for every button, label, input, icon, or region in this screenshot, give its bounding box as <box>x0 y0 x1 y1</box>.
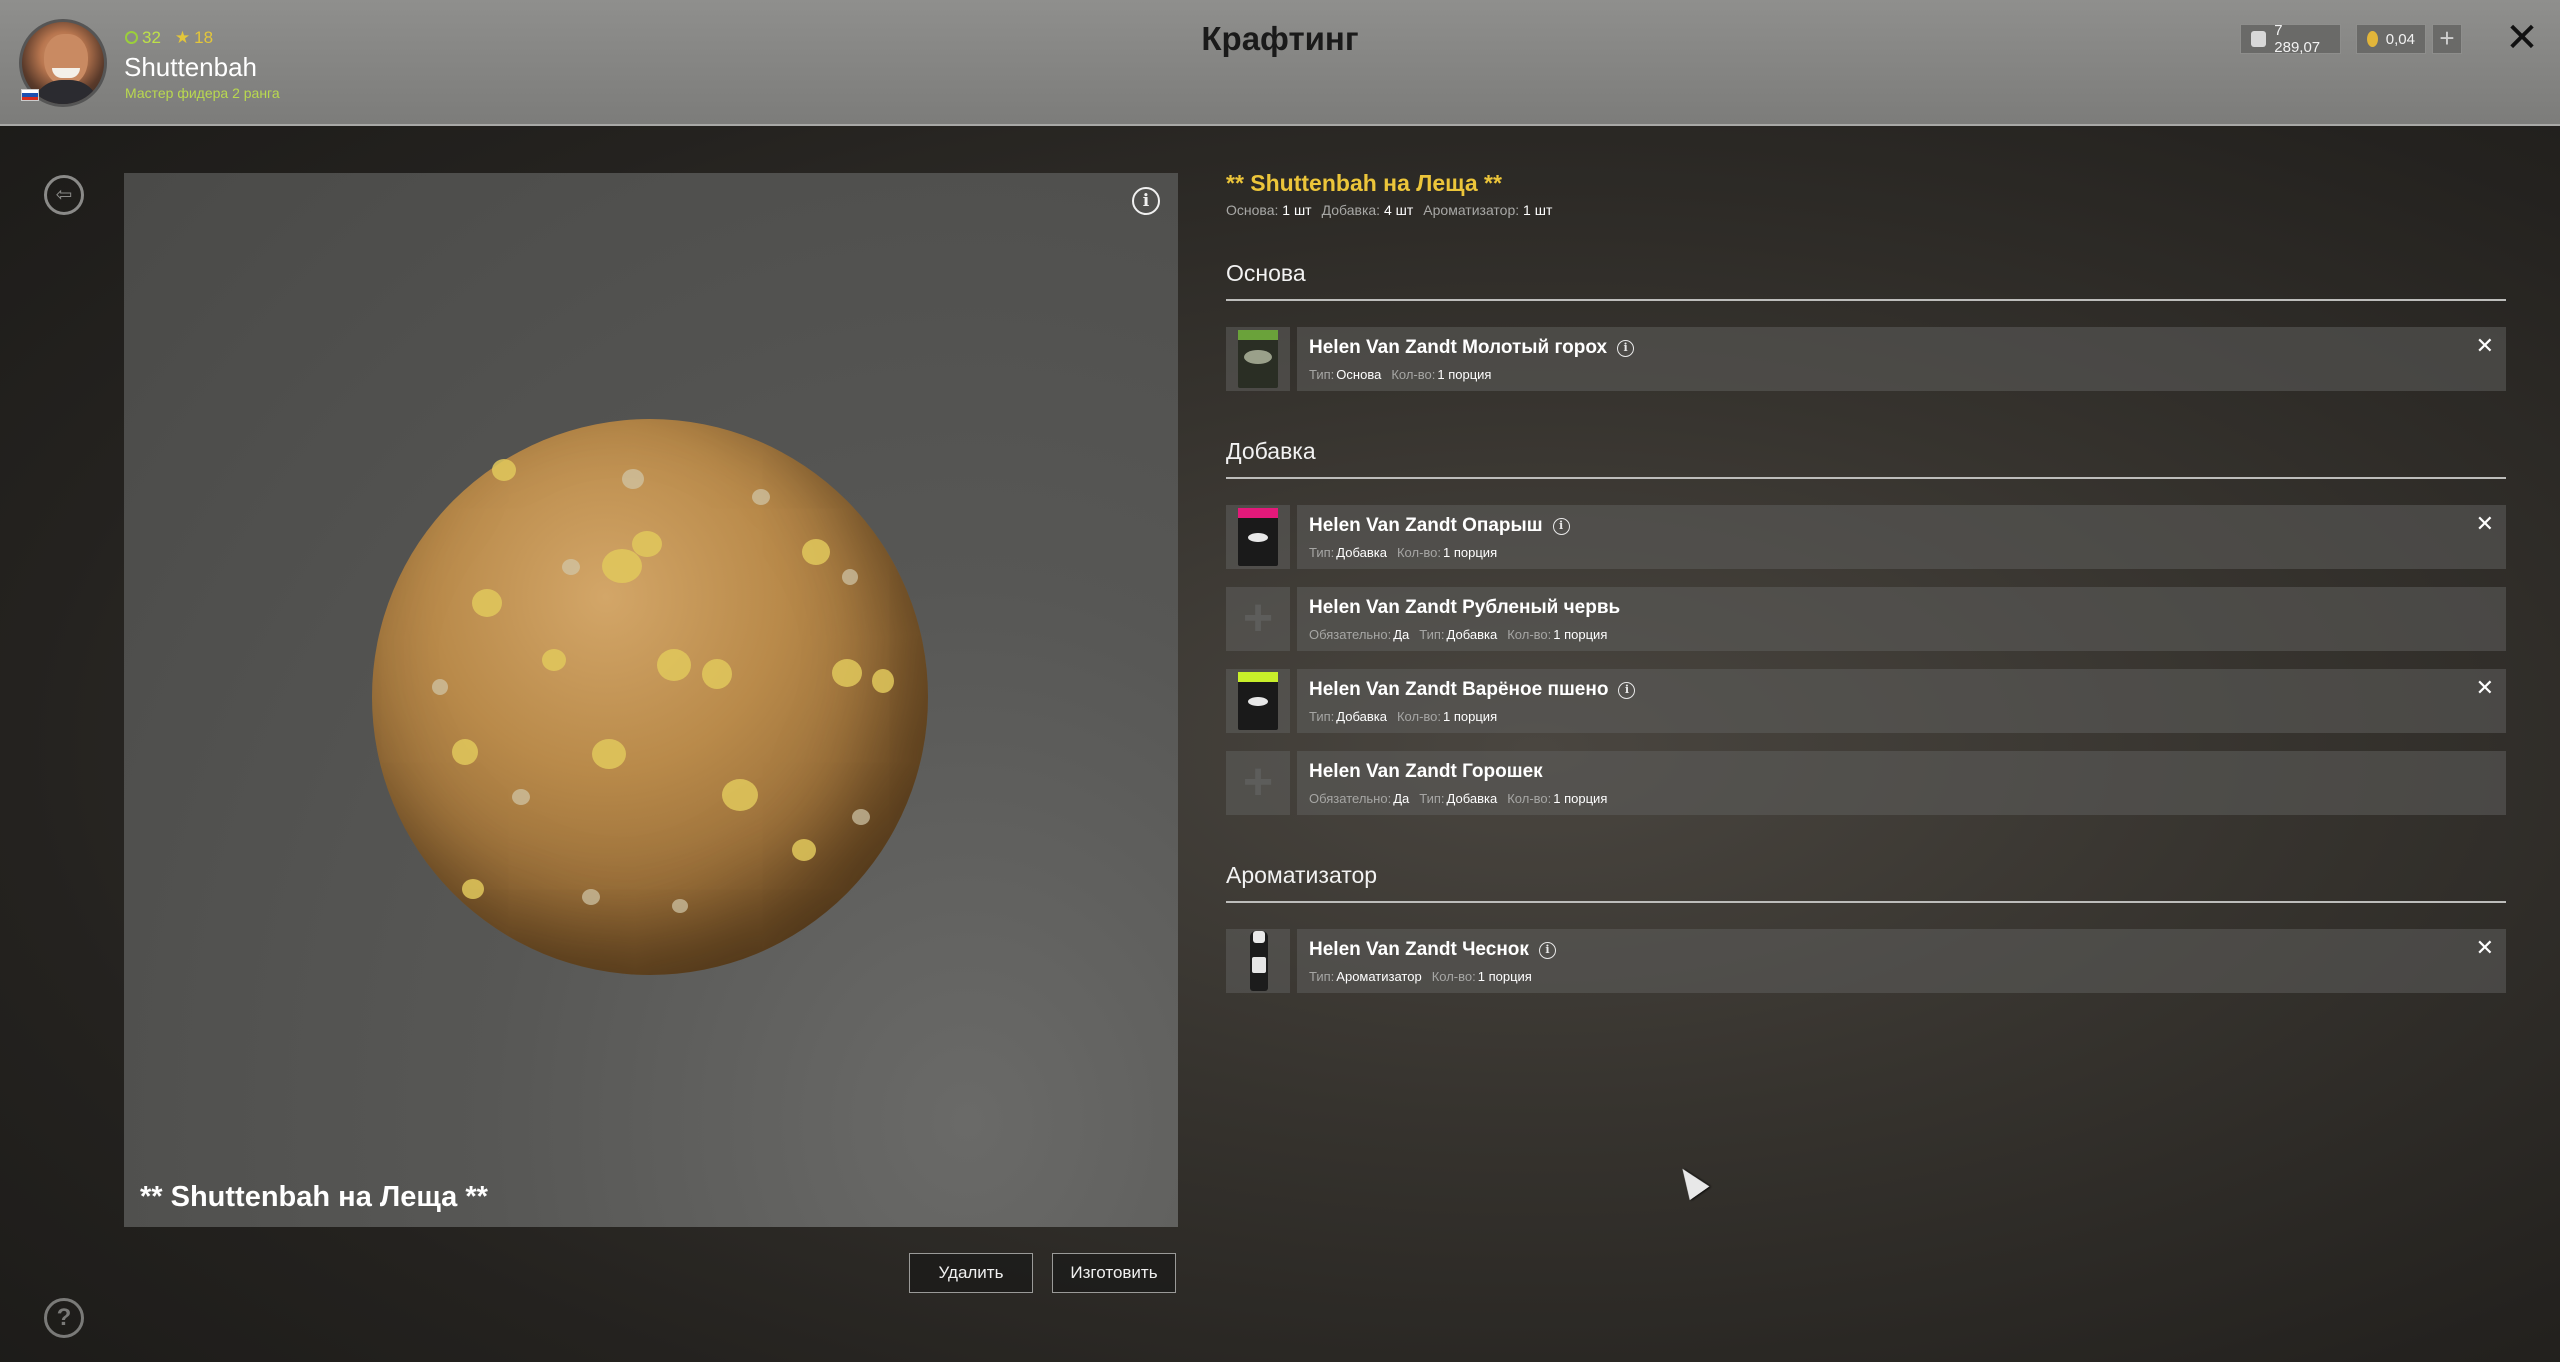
section-flavor-heading: Ароматизатор <box>1226 862 1378 888</box>
close-icon[interactable]: ✕ <box>2476 511 2494 537</box>
silver-coin-icon <box>2251 31 2267 47</box>
empty-slot[interactable]: + <box>1226 751 1290 815</box>
plus-icon[interactable]: + <box>1226 587 1290 651</box>
silver-balance[interactable]: 7 289,07 <box>2240 22 2341 56</box>
info-icon[interactable]: i <box>1132 187 1160 215</box>
flag-icon <box>21 89 39 101</box>
plus-icon[interactable]: + <box>1226 751 1290 815</box>
close-icon[interactable]: ✕ <box>2476 675 2494 701</box>
list-item[interactable]: Helen Van Zandt Варёное пшено i Тип: Добав… <box>1297 669 2506 733</box>
recipe-title: ** Shuttenbah на Леща ** <box>1226 170 1502 196</box>
list-item[interactable]: Helen Van Zandt Рубленый червь Обязатель… <box>1297 587 2506 651</box>
list-item[interactable]: Helen Van Zandt Молотый горох i Тип: Основ… <box>1297 327 2506 391</box>
close-button[interactable]: ✕ <box>2502 18 2542 58</box>
section-divider <box>1226 299 2506 301</box>
make-button[interactable]: Изготовить <box>1052 1253 1176 1293</box>
silver-amount: 7 289,07 <box>2274 22 2321 56</box>
section-divider <box>1226 477 2506 479</box>
add-currency-button[interactable]: + <box>2432 24 2462 54</box>
info-icon[interactable]: i <box>1617 339 1635 357</box>
item-thumbnail[interactable] <box>1226 505 1290 569</box>
section-base-heading: Основа <box>1226 260 1306 286</box>
bait-preview: i ** Shuttenbah на Леща ** <box>124 173 1178 1227</box>
preview-bait-name: ** Shuttenbah на Леща ** <box>140 1181 488 1213</box>
mouse-cursor-icon <box>1672 1161 1710 1201</box>
close-icon[interactable]: ✕ <box>2476 935 2494 961</box>
question-icon[interactable]: ? <box>44 1298 84 1338</box>
info-icon[interactable]: i <box>1618 681 1636 699</box>
item-thumbnail[interactable] <box>1226 669 1290 733</box>
item-thumbnail[interactable] <box>1226 327 1290 391</box>
info-icon[interactable]: i <box>1538 941 1556 959</box>
list-item[interactable]: Helen Van Zandt Чеснок i Тип: Ароматизатор… <box>1297 929 2506 993</box>
section-divider <box>1226 901 2506 903</box>
section-additive-heading: Добавка <box>1226 438 1316 464</box>
exit-icon[interactable]: ⇦ <box>44 175 84 215</box>
recipe-summary: Основа: 1 шт Добавка: 4 шт Ароматизатор:… <box>1226 202 1553 218</box>
top-bar: 32 ★ 18 Shuttenbah Мастер фидера 2 ранга … <box>0 0 2560 126</box>
gold-amount: 0,04 <box>2385 30 2415 48</box>
page-title: Крафтинг <box>1201 20 1359 57</box>
bait-ball-image <box>372 419 928 975</box>
player-rank: Мастер фидера 2 ранга <box>125 85 280 101</box>
info-icon[interactable]: i <box>1552 517 1570 535</box>
gold-balance[interactable]: 0,04 <box>2356 24 2426 54</box>
empty-slot[interactable]: + <box>1226 587 1290 651</box>
close-icon[interactable]: ✕ <box>2476 333 2494 359</box>
item-thumbnail[interactable] <box>1226 929 1290 993</box>
delete-button[interactable]: Удалить <box>909 1253 1033 1293</box>
list-item[interactable]: Helen Van Zandt Горошек Обязательно: Да Ти… <box>1297 751 2506 815</box>
gold-coin-icon <box>2367 31 2378 47</box>
list-item[interactable]: Helen Van Zandt Опарыш i Тип: Добавка Кол-в… <box>1297 505 2506 569</box>
